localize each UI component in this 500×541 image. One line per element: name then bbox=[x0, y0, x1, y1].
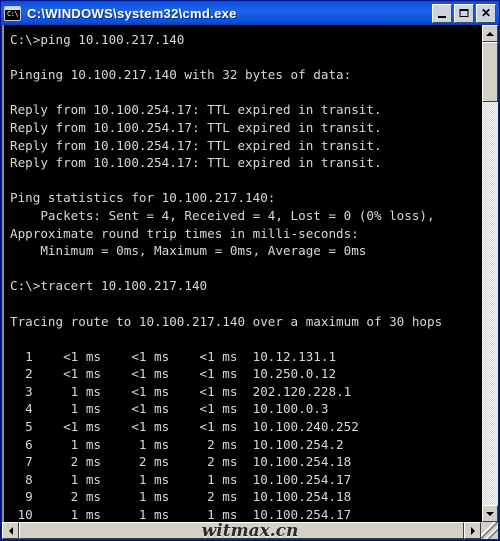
cmd-window: C:\ C:\WINDOWS\system32\cmd.exe ✕ C:\>pi… bbox=[0, 0, 500, 541]
minimize-icon bbox=[438, 16, 446, 18]
title-bar[interactable]: C:\ C:\WINDOWS\system32\cmd.exe ✕ bbox=[1, 1, 499, 25]
scroll-down-arrow-icon[interactable] bbox=[482, 505, 498, 522]
console-line: 4 1 ms <1 ms <1 ms 10.100.0.3 bbox=[10, 401, 329, 417]
console-and-vscroll: C:\>ping 10.100.217.140 Pinging 10.100.2… bbox=[2, 25, 498, 522]
scroll-up-arrow-icon[interactable] bbox=[482, 25, 498, 42]
console-line: Reply from 10.100.254.17: TTL expired in… bbox=[10, 137, 382, 153]
window-title: C:\WINDOWS\system32\cmd.exe bbox=[27, 5, 237, 21]
console-line: C:\>tracert 10.100.217.140 bbox=[10, 278, 208, 294]
maximize-icon bbox=[459, 9, 469, 17]
console-output[interactable]: C:\>ping 10.100.217.140 Pinging 10.100.2… bbox=[2, 25, 481, 522]
console-line: Tracing route to 10.100.217.140 over a m… bbox=[10, 313, 443, 329]
console-line: 3 1 ms <1 ms <1 ms 202.120.228.1 bbox=[10, 383, 352, 399]
horizontal-scroll-thumb[interactable] bbox=[19, 522, 464, 539]
console-line: 10 1 ms 1 ms 1 ms 10.100.254.17 bbox=[10, 507, 352, 522]
horizontal-scrollbar[interactable] bbox=[2, 522, 498, 539]
console-line: Approximate round trip times in milli-se… bbox=[10, 225, 359, 241]
console-line: Packets: Sent = 4, Received = 4, Lost = … bbox=[10, 207, 435, 223]
console-line: C:\>ping 10.100.217.140 bbox=[10, 32, 185, 47]
console-line: 2 <1 ms <1 ms <1 ms 10.250.0.12 bbox=[10, 366, 337, 382]
window-controls: ✕ bbox=[432, 3, 497, 23]
maximize-button[interactable] bbox=[454, 3, 474, 23]
vertical-scroll-thumb[interactable] bbox=[482, 42, 498, 102]
vertical-scroll-track[interactable] bbox=[482, 42, 498, 505]
window-client-area: C:\>ping 10.100.217.140 Pinging 10.100.2… bbox=[1, 25, 499, 540]
console-line: Pinging 10.100.217.140 with 32 bytes of … bbox=[10, 67, 352, 83]
minimize-button[interactable] bbox=[432, 3, 452, 23]
close-icon: ✕ bbox=[480, 6, 492, 20]
console-line: Minimum = 0ms, Maximum = 0ms, Average = … bbox=[10, 243, 367, 259]
console-line: 9 2 ms 1 ms 2 ms 10.100.254.18 bbox=[10, 489, 352, 505]
console-line: Reply from 10.100.254.17: TTL expired in… bbox=[10, 102, 382, 118]
scroll-right-arrow-icon[interactable] bbox=[464, 522, 481, 539]
horizontal-scroll-track[interactable] bbox=[19, 522, 464, 539]
console-line: 6 1 ms 1 ms 2 ms 10.100.254.2 bbox=[10, 436, 344, 452]
scroll-left-arrow-icon[interactable] bbox=[2, 522, 19, 539]
console-line: Reply from 10.100.254.17: TTL expired in… bbox=[10, 119, 382, 135]
cmd-console-icon[interactable]: C:\ bbox=[4, 5, 21, 21]
vertical-scrollbar[interactable] bbox=[481, 25, 498, 522]
close-button[interactable]: ✕ bbox=[476, 3, 496, 23]
console-text-block: C:\>ping 10.100.217.140 Pinging 10.100.2… bbox=[4, 25, 481, 522]
console-line: 7 2 ms 2 ms 2 ms 10.100.254.18 bbox=[10, 454, 352, 470]
console-line: 8 1 ms 1 ms 1 ms 10.100.254.17 bbox=[10, 471, 352, 487]
resize-grip[interactable] bbox=[481, 522, 498, 539]
console-line: 1 <1 ms <1 ms <1 ms 10.12.131.1 bbox=[10, 348, 337, 364]
console-line: 5 <1 ms <1 ms <1 ms 10.100.240.252 bbox=[10, 419, 359, 435]
console-line: Reply from 10.100.254.17: TTL expired in… bbox=[10, 155, 382, 171]
console-line: Ping statistics for 10.100.217.140: bbox=[10, 190, 276, 206]
icon-prompt-text: C:\ bbox=[7, 9, 19, 18]
